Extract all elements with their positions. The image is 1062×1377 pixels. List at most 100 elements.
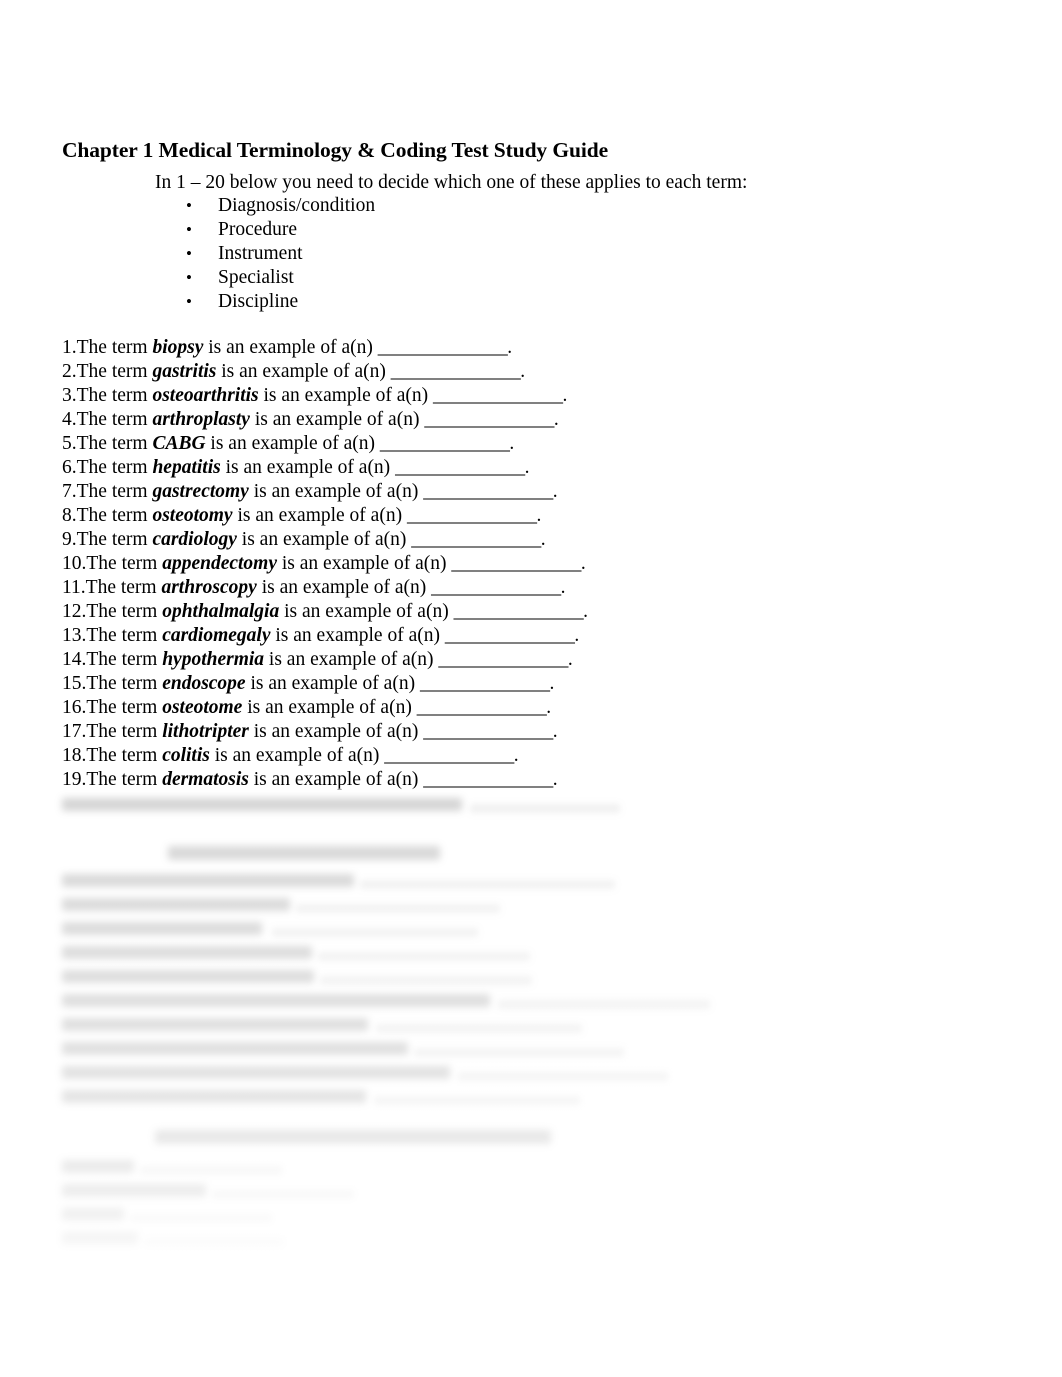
obscured-text-line bbox=[62, 922, 262, 935]
obscured-answer-blank bbox=[498, 1000, 710, 1009]
answer-blank: ______________ bbox=[419, 673, 550, 694]
document-page: Chapter 1 Medical Terminology & Coding T… bbox=[0, 0, 1062, 1377]
question-period: . bbox=[574, 625, 580, 646]
obscured-text-line bbox=[62, 1184, 206, 1197]
question-period: . bbox=[583, 601, 588, 622]
content-fade-overlay bbox=[0, 788, 1062, 1288]
question-period: . bbox=[507, 337, 513, 358]
question-number: 9. bbox=[62, 529, 77, 550]
medical-term: gastritis bbox=[152, 361, 217, 382]
question-lead: The term bbox=[76, 433, 153, 454]
obscured-text-line bbox=[62, 1042, 408, 1055]
medical-term: cardiomegaly bbox=[162, 625, 271, 646]
obscured-text-line bbox=[62, 970, 314, 983]
question-item: 14.The term hypothermia is an example of… bbox=[62, 648, 588, 672]
medical-term: endoscope bbox=[162, 673, 246, 694]
medical-term: dermatosis bbox=[162, 769, 249, 790]
question-tail: is an example of a(n) bbox=[203, 337, 378, 358]
question-lead: The term bbox=[86, 697, 163, 718]
question-period: . bbox=[553, 409, 559, 430]
bullet-icon: • bbox=[186, 244, 192, 263]
obscured-answer-blank bbox=[318, 952, 530, 961]
question-tail: is an example of a(n) bbox=[220, 457, 396, 478]
answer-blank: ______________ bbox=[453, 601, 584, 622]
category-list-item: • Diagnosis/condition bbox=[182, 194, 375, 218]
question-number: 1. bbox=[62, 337, 77, 358]
question-lead: The term bbox=[86, 553, 163, 574]
question-tail: is an example of a(n) bbox=[248, 721, 424, 742]
obscured-text-line bbox=[62, 874, 354, 887]
obscured-text-line bbox=[62, 1160, 134, 1173]
question-period: . bbox=[552, 721, 558, 742]
question-item: 8.The term osteotomy is an example of a(… bbox=[62, 504, 588, 528]
category-label: Specialist bbox=[218, 267, 294, 288]
question-period: . bbox=[536, 505, 542, 526]
answer-blank: ______________ bbox=[416, 697, 547, 718]
obscured-answer-blank bbox=[414, 1048, 624, 1057]
obscured-text-line bbox=[62, 946, 312, 959]
category-list-item: • Procedure bbox=[182, 218, 375, 242]
medical-term: osteotomy bbox=[152, 505, 233, 526]
question-number: 12. bbox=[62, 601, 87, 622]
question-lead: The term bbox=[76, 505, 153, 526]
answer-blank: ______________ bbox=[424, 409, 554, 430]
obscured-answer-blank bbox=[376, 1024, 582, 1033]
medical-term: hepatitis bbox=[152, 457, 221, 478]
obscured-text-line bbox=[62, 898, 290, 911]
obscured-answer-blank bbox=[144, 1238, 284, 1247]
question-lead: The term bbox=[76, 481, 153, 502]
category-list-item: • Discipline bbox=[182, 290, 375, 314]
question-number: 14. bbox=[62, 649, 87, 670]
medical-term: appendectomy bbox=[162, 553, 277, 574]
medical-term: cardiology bbox=[152, 529, 237, 550]
question-number: 8. bbox=[62, 505, 77, 526]
question-item: 12.The term ophthalmalgia is an example … bbox=[62, 600, 588, 624]
question-item: 4.The term arthroplasty is an example of… bbox=[62, 408, 588, 432]
question-lead: The term bbox=[76, 457, 153, 478]
question-tail: is an example of a(n) bbox=[236, 529, 412, 550]
bullet-icon: • bbox=[186, 196, 192, 215]
question-lead: The term bbox=[86, 673, 163, 694]
question-item: 15.The term endoscope is an example of a… bbox=[62, 672, 588, 696]
question-item: 17.The term lithotripter is an example o… bbox=[62, 720, 588, 744]
answer-blank: ______________ bbox=[433, 385, 563, 406]
question-lead: The term bbox=[86, 721, 163, 742]
obscured-answer-blank bbox=[320, 976, 532, 985]
question-tail: is an example of a(n) bbox=[256, 577, 432, 598]
question-number: 4. bbox=[62, 409, 77, 430]
question-period: . bbox=[567, 649, 573, 670]
question-tail: is an example of a(n) bbox=[232, 505, 407, 526]
question-tail: is an example of a(n) bbox=[264, 649, 439, 670]
answer-blank: ______________ bbox=[411, 529, 541, 550]
question-lead: The term bbox=[76, 385, 153, 406]
answer-blank: ______________ bbox=[438, 649, 568, 670]
obscured-text-line bbox=[62, 1090, 366, 1103]
question-number: 15. bbox=[62, 673, 87, 694]
instructions-text: In 1 – 20 below you need to decide which… bbox=[155, 172, 748, 193]
question-number: 10. bbox=[62, 553, 87, 574]
question-item: 19.The term dermatosis is an example of … bbox=[62, 768, 588, 792]
question-tail: is an example of a(n) bbox=[258, 385, 433, 406]
answer-blank: ______________ bbox=[423, 481, 553, 502]
medical-term: arthroscopy bbox=[161, 577, 257, 598]
question-tail: is an example of a(n) bbox=[216, 361, 391, 382]
obscured-text-line bbox=[62, 1232, 138, 1245]
bullet-icon: • bbox=[186, 292, 192, 311]
answer-blank: ______________ bbox=[390, 361, 521, 382]
obscured-answer-blank bbox=[296, 904, 500, 913]
obscured-answer-blank bbox=[360, 880, 615, 889]
medical-term: colitis bbox=[162, 745, 210, 766]
question-lead: The term bbox=[76, 361, 153, 382]
category-label: Discipline bbox=[218, 291, 299, 312]
question-item: 1.The term biopsy is an example of a(n) … bbox=[62, 336, 588, 360]
question-number: 17. bbox=[62, 721, 87, 742]
question-item: 16.The term osteotome is an example of a… bbox=[62, 696, 588, 720]
medical-term: osteoarthritis bbox=[152, 385, 259, 406]
question-period: . bbox=[562, 385, 568, 406]
question-item: 6.The term hepatitis is an example of a(… bbox=[62, 456, 588, 480]
answer-blank: ______________ bbox=[444, 625, 575, 646]
medical-term: hypothermia bbox=[162, 649, 265, 670]
question-item: 18.The term colitis is an example of a(n… bbox=[62, 744, 588, 768]
question-tail: is an example of a(n) bbox=[242, 697, 417, 718]
category-label: Procedure bbox=[218, 219, 298, 240]
